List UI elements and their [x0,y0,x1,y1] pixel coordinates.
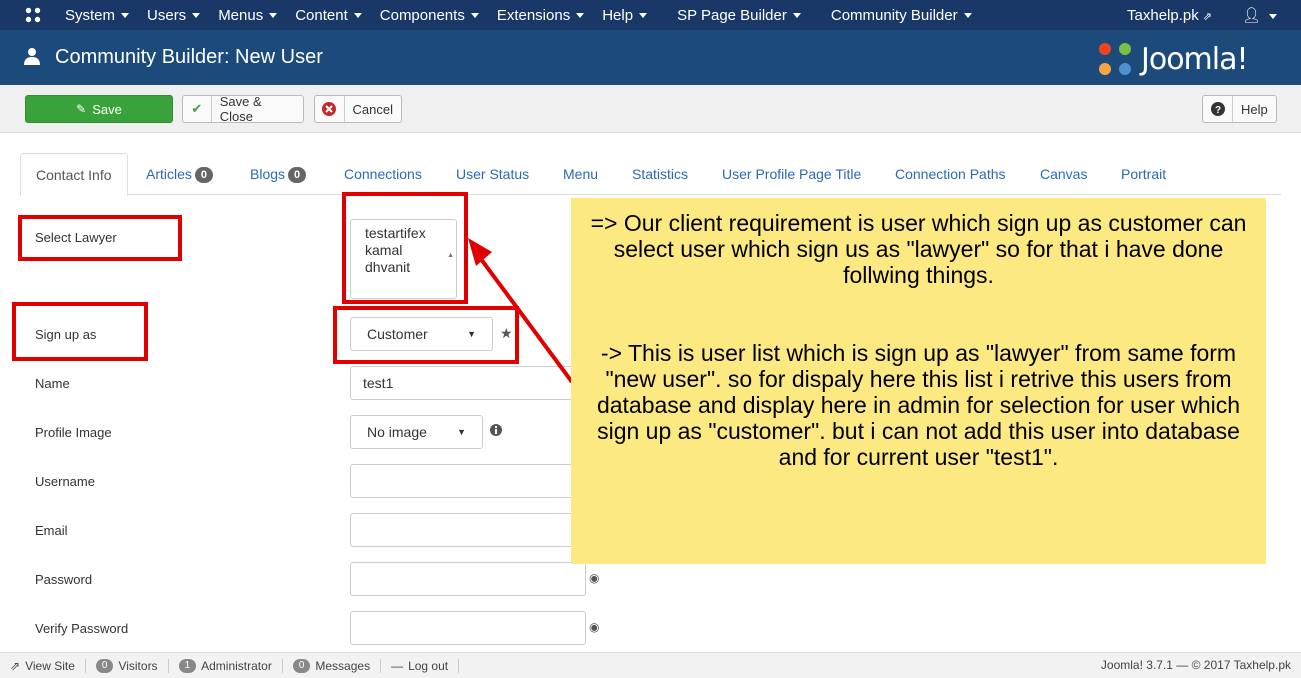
status-bar: ⇗ View Site 0 Visitors 1 Administrator 0 Mes… [0,652,1301,678]
note-paragraph: => Our client requirement is user which … [590,210,1247,288]
administrator-status[interactable]: 1 Administrator [169,658,283,673]
visitors-status[interactable]: 0 Visitors [86,658,169,673]
view-site-label: View Site [25,658,75,673]
admin-label: Administrator [201,658,272,673]
logout-label: Log out [408,658,449,673]
external-link-icon: ⇗ [10,658,21,673]
logout-link[interactable]: — Log out [381,658,460,673]
count-badge: 0 [292,658,311,673]
count-badge: 0 [95,658,114,673]
minus-icon: — [391,658,404,673]
version-info: Joomla! 3.7.1 — © 2017 Taxhelp.pk [1100,658,1291,672]
note-paragraph: -> This is user list which is sign up as… [596,340,1241,470]
visitors-label: Visitors [118,658,158,673]
annotation-note: => Our client requirement is user which … [571,198,1266,564]
view-site-link[interactable]: ⇗ View Site [0,658,86,673]
messages-status[interactable]: 0 Messages [283,658,382,673]
messages-label: Messages [315,658,371,673]
count-badge: 1 [178,658,197,673]
